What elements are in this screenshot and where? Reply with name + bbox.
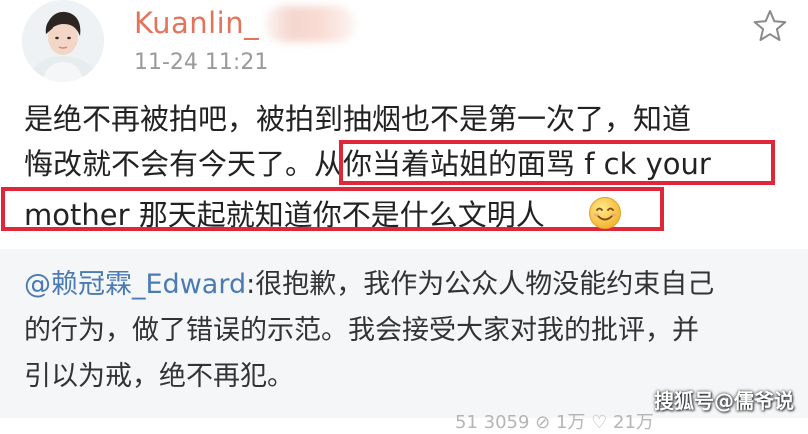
repost-text-line-3: 引以为戒，绝不再犯。 xyxy=(24,361,294,392)
avatar[interactable] xyxy=(22,0,104,82)
username[interactable]: Kuanlin_ xyxy=(134,6,259,40)
highlight-box-1 xyxy=(339,140,775,185)
repost-mention-link[interactable]: @赖冠霖_Edward xyxy=(24,269,246,300)
watermark: 搜狐号@儒爷说 xyxy=(654,389,794,413)
avatar-portrait-icon xyxy=(22,0,104,82)
post-timestamp: 11-24 11:21 xyxy=(134,50,269,75)
weibo-post: Kuanlin_ 11-24 11:21 是绝不再被拍吧，被拍到抽烟也不是第一次… xyxy=(0,0,808,433)
highlight-box-2 xyxy=(1,187,664,231)
username-blur-mask xyxy=(265,6,355,42)
post-text-line-2-start: 悔改就不会有今天了。 xyxy=(24,147,315,181)
smile-emoji-icon xyxy=(588,196,622,230)
repost-text-line-1-body: :很抱歉，我作为公众人物没能约束自己 xyxy=(246,269,715,300)
post-text-line-1: 是绝不再被拍吧，被拍到抽烟也不是第一次了，知道 xyxy=(24,102,692,136)
repost-text-line-2: 的行为，做了错误的示范。我会接受大家对我的批评，并 xyxy=(24,315,699,346)
repost-stats: 51 3059 ⊘ 1万 ♡ 21万 xyxy=(455,412,654,433)
star-outline-icon[interactable] xyxy=(752,8,788,44)
repost-text-line-1: @赖冠霖_Edward:很抱歉，我作为公众人物没能约束自己 xyxy=(24,262,714,301)
